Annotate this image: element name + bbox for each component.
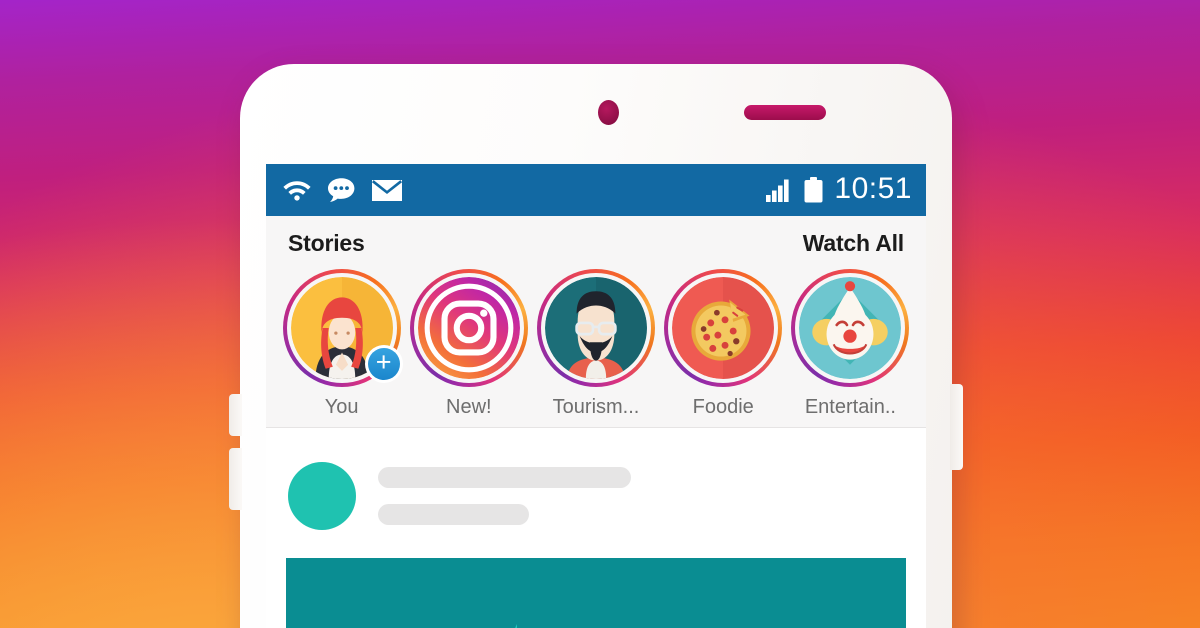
stories-title: Stories	[288, 230, 365, 256]
story-item-entertainment[interactable]: Entertain..	[787, 269, 914, 419]
phone-body: 10:51 Stories Watch All + You New! Touri…	[229, 64, 963, 628]
story-ring-inner	[668, 273, 779, 383]
story-ring-inner: +	[286, 273, 403, 383]
post-header	[266, 450, 926, 530]
post-image[interactable]	[286, 558, 906, 628]
watch-all-button[interactable]: Watch All	[803, 230, 904, 257]
skeleton-line	[378, 467, 631, 488]
status-bar-right-icons: 10:51	[766, 174, 912, 206]
battery-icon	[804, 177, 823, 203]
story-ring	[409, 269, 528, 387]
volume-down-button[interactable]	[229, 448, 242, 510]
story-item-foodie[interactable]: Foodie	[660, 269, 787, 419]
story-label: Entertain..	[804, 396, 896, 418]
post-avatar[interactable]	[288, 462, 356, 530]
clown-face-avatar[interactable]	[799, 277, 902, 379]
story-label: You	[324, 396, 359, 418]
earpiece-speaker-icon	[744, 105, 826, 120]
bearded-man-avatar[interactable]	[545, 277, 647, 379]
volume-up-button[interactable]	[229, 394, 242, 436]
stories-list[interactable]: + You New! Tourism... Foodie Entertain..	[266, 259, 926, 419]
signal-bars-icon	[766, 179, 793, 202]
power-button[interactable]	[950, 384, 963, 470]
story-item-you[interactable]: + You	[278, 269, 405, 419]
wifi-icon	[282, 178, 312, 202]
mountain-shape-icon	[491, 624, 517, 628]
story-ring: +	[282, 269, 403, 387]
phone-mockup: 10:51 Stories Watch All + You New! Touri…	[229, 64, 966, 628]
story-ring	[664, 269, 783, 387]
pizza-avatar[interactable]	[672, 277, 775, 379]
story-item-tourism[interactable]: Tourism...	[532, 269, 659, 419]
story-ring-inner	[541, 273, 651, 383]
mail-envelope-icon	[371, 178, 403, 203]
story-ring	[791, 269, 910, 387]
story-label: New!	[446, 396, 492, 418]
feed	[266, 428, 926, 628]
promo-banner-stage: 10:51 Stories Watch All + You New! Touri…	[0, 0, 1200, 628]
story-item-new[interactable]: New!	[405, 269, 532, 419]
status-bar-clock: 10:51	[834, 172, 912, 205]
status-bar: 10:51	[266, 164, 926, 216]
instagram-logo-avatar[interactable]	[417, 277, 520, 379]
story-ring	[537, 269, 655, 387]
status-bar-left-icons	[282, 177, 403, 203]
story-label: Tourism...	[552, 396, 640, 418]
post-placeholder-text	[378, 467, 631, 525]
add-story-badge[interactable]: +	[364, 345, 403, 383]
story-label: Foodie	[692, 396, 754, 418]
story-ring-inner	[413, 273, 524, 383]
chat-bubble-icon	[327, 177, 356, 203]
phone-screen: 10:51 Stories Watch All + You New! Touri…	[266, 164, 926, 628]
plus-icon: +	[367, 348, 400, 380]
skeleton-line	[378, 504, 529, 525]
stories-header: Stories Watch All	[266, 224, 926, 259]
story-ring-inner	[795, 273, 906, 383]
stories-panel: Stories Watch All + You New! Tourism... …	[266, 216, 926, 428]
front-camera-icon	[598, 100, 619, 125]
